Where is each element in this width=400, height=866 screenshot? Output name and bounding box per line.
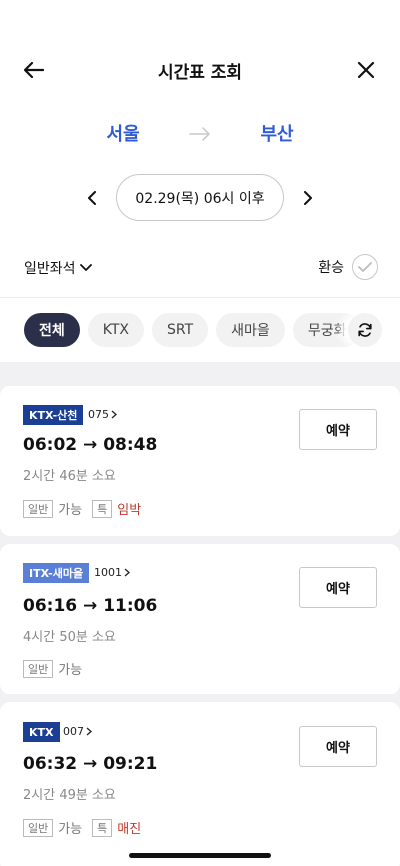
train-number-value: 075 <box>88 408 109 421</box>
chevron-left-icon <box>88 191 96 205</box>
prev-date-button[interactable] <box>80 186 104 210</box>
filter-chip-all[interactable]: 전체 <box>24 313 80 347</box>
train-card[interactable]: KTX 007 06:32 → 09:21 2시간 49분 소요 일반 가능 특… <box>0 702 400 866</box>
seat-status: 임박 <box>117 503 142 518</box>
arrow-right-icon <box>189 127 210 141</box>
route: 서울 부산 <box>0 120 400 150</box>
date-pill[interactable]: 02.29(목) 06시 이후 <box>116 174 284 221</box>
chevron-right-icon <box>124 568 130 577</box>
departure-arrival-times: 06:32 → 09:21 <box>23 754 158 774</box>
chevron-right-icon <box>86 727 92 736</box>
seat-availability: 일반 가능 <box>23 659 92 678</box>
close-icon <box>357 61 375 79</box>
close-button[interactable] <box>352 56 380 84</box>
check-icon <box>358 262 372 272</box>
refresh-icon <box>358 323 372 337</box>
departure-station[interactable]: 서울 <box>83 120 163 146</box>
page-title: 시간표 조회 <box>157 63 243 83</box>
seat-class-tag: 일반 <box>23 659 54 678</box>
seat-class-dropdown[interactable]: 일반좌석 <box>24 258 92 278</box>
seat-status: 가능 <box>58 822 83 837</box>
reserve-button[interactable]: 예약 <box>299 409 377 450</box>
transfer-checkbox[interactable] <box>352 254 378 280</box>
seat-class-tag: 일반 <box>23 499 54 518</box>
train-number-value: 007 <box>63 725 84 738</box>
seat-class-label: 일반좌석 <box>24 261 76 277</box>
header: 시간표 조회 <box>0 52 400 88</box>
train-type-badge: ITX-새마을 <box>23 563 90 583</box>
seat-status: 가능 <box>58 503 83 518</box>
train-number[interactable]: 075 <box>88 408 117 421</box>
seat-status: 매진 <box>117 822 142 837</box>
train-type-badge: KTX-산천 <box>23 405 84 425</box>
transfer-label: 환승 <box>318 260 344 276</box>
seat-availability: 일반 가능 특 임박 <box>23 499 151 518</box>
chevron-right-icon <box>304 191 312 205</box>
home-indicator <box>129 853 271 858</box>
filter-chip-saemaeul[interactable]: 새마을 <box>216 313 285 347</box>
reserve-button[interactable]: 예약 <box>299 726 377 767</box>
train-number[interactable]: 007 <box>63 725 92 738</box>
chevron-right-icon <box>111 410 117 419</box>
filter-chip-srt[interactable]: SRT <box>152 313 209 347</box>
travel-duration: 2시간 46분 소요 <box>23 469 116 484</box>
departure-arrival-times: 06:02 → 08:48 <box>23 435 158 455</box>
transfer-toggle[interactable]: 환승 <box>318 254 378 280</box>
divider <box>0 297 400 298</box>
seat-class-tag: 특 <box>92 499 113 518</box>
options-row: 일반좌석 환승 <box>0 254 400 282</box>
train-card[interactable]: ITX-새마을 1001 06:16 → 11:06 4시간 50분 소요 일반… <box>0 544 400 694</box>
train-number-value: 1001 <box>94 566 122 579</box>
date-selector: 02.29(목) 06시 이후 <box>0 174 400 222</box>
seat-class-tag: 특 <box>92 818 113 837</box>
train-number[interactable]: 1001 <box>94 566 130 579</box>
train-list: KTX-산천 075 06:02 → 08:48 2시간 46분 소요 일반 가… <box>0 362 400 866</box>
travel-duration: 4시간 50분 소요 <box>23 630 116 645</box>
seat-availability: 일반 가능 특 매진 <box>23 818 151 837</box>
next-date-button[interactable] <box>296 186 320 210</box>
train-type-badge: KTX <box>23 722 60 742</box>
reserve-button[interactable]: 예약 <box>299 567 377 608</box>
departure-arrival-times: 06:16 → 11:06 <box>23 596 158 616</box>
train-type-filters: 전체 KTX SRT 새마을 무궁화 <box>24 313 362 347</box>
chevron-down-icon <box>79 264 92 271</box>
seat-class-tag: 일반 <box>23 818 54 837</box>
seat-status: 가능 <box>58 663 83 678</box>
travel-duration: 2시간 49분 소요 <box>23 788 116 803</box>
arrival-station[interactable]: 부산 <box>237 120 317 146</box>
train-card[interactable]: KTX-산천 075 06:02 → 08:48 2시간 46분 소요 일반 가… <box>0 386 400 536</box>
refresh-button[interactable] <box>348 313 382 347</box>
filter-chip-ktx[interactable]: KTX <box>87 313 145 347</box>
